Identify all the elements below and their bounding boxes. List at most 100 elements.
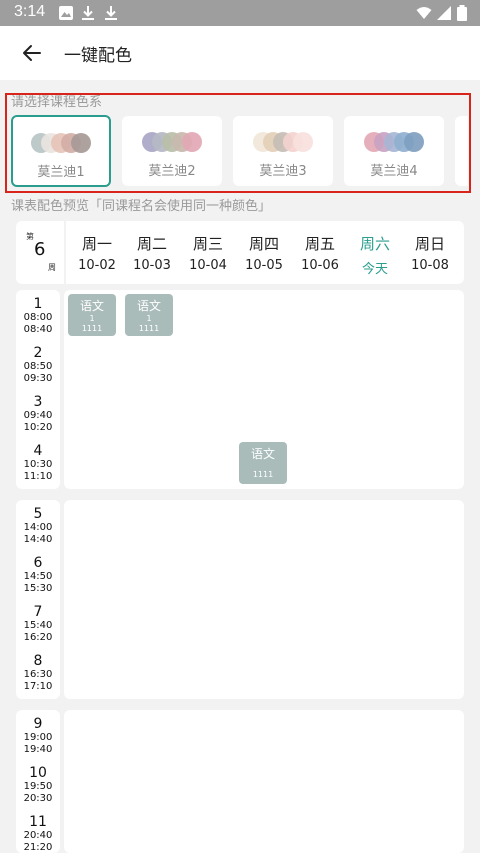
period-number: 10: [29, 765, 47, 781]
period-start-time: 14:00: [23, 522, 53, 533]
period-slot: 6 14:50 15:30: [16, 555, 60, 595]
period-end-time: 10:20: [23, 422, 53, 433]
day-name: 周六: [359, 235, 390, 253]
course-name: 语文: [79, 299, 104, 313]
battery-icon: [457, 5, 467, 21]
period-number: 1: [33, 296, 43, 312]
period-slot: 8 16:30 17:10: [16, 653, 60, 693]
course-weeks: 1111: [81, 324, 103, 333]
period-start-time: 08:00: [23, 312, 53, 323]
day-name: 周四: [248, 235, 279, 253]
day-name: 周五: [304, 235, 335, 253]
course-block[interactable]: 语文 1111: [239, 442, 287, 484]
day-header-mon: 周一 10-02: [71, 233, 123, 273]
time-column-morning: 1 08:00 08:40 2 08:50 09:30 3 09:40 10:2…: [16, 290, 60, 489]
period-end-time: 21:20: [23, 842, 53, 853]
app-bar: 一键配色: [0, 26, 480, 80]
period-end-time: 16:20: [23, 632, 53, 643]
period-number: 5: [33, 506, 43, 522]
day-name: 周日: [414, 235, 445, 253]
status-bar: 3:14: [0, 0, 480, 26]
period-number: 2: [33, 345, 43, 361]
period-slot: 11 20:40 21:20: [16, 814, 60, 853]
day-date: 今天: [361, 262, 388, 277]
palette-selector-highlight: [5, 93, 471, 193]
day-header-sun: 周日 10-08: [404, 233, 456, 273]
period-slot: 10 19:50 20:30: [16, 765, 60, 805]
preview-section-label: 课表配色预览「同课程名会使用同一种颜色」: [11, 199, 272, 214]
period-number: 11: [29, 814, 47, 830]
period-start-time: 14:50: [23, 571, 53, 582]
period-start-time: 09:40: [23, 410, 53, 421]
day-date: 10-03: [133, 258, 171, 273]
period-slot: 2 08:50 09:30: [16, 345, 60, 385]
week-number-box[interactable]: 第 6 周: [20, 221, 60, 284]
period-end-time: 17:10: [23, 681, 53, 692]
period-slot: 4 10:30 11:10: [16, 443, 60, 483]
course-name: 语文: [136, 299, 161, 313]
course-detail: 1: [89, 314, 95, 323]
period-end-time: 09:30: [23, 373, 53, 384]
back-arrow-icon[interactable]: [20, 41, 44, 65]
period-slot: 9 19:00 19:40: [16, 716, 60, 756]
status-time: 3:14: [14, 3, 46, 20]
period-slot: 7 15:40 16:20: [16, 604, 60, 644]
period-end-time: 15:30: [23, 583, 53, 594]
period-start-time: 16:30: [23, 669, 53, 680]
day-header-thu: 周四 10-05: [238, 233, 290, 273]
course-name: 语文: [250, 447, 275, 461]
day-header-fri: 周五 10-06: [294, 233, 346, 273]
day-date: 10-05: [245, 258, 283, 273]
period-start-time: 19:00: [23, 732, 53, 743]
schedule-grid-afternoon: [64, 500, 464, 699]
course-weeks: 1111: [252, 470, 274, 479]
download-icon: [82, 6, 94, 20]
day-date: 10-02: [78, 258, 116, 273]
period-end-time: 19:40: [23, 744, 53, 755]
period-start-time: 19:50: [23, 781, 53, 792]
wifi-icon: [416, 7, 432, 19]
cellular-signal-icon: [437, 6, 451, 20]
period-end-time: 20:30: [23, 793, 53, 804]
day-name: 周三: [192, 235, 223, 253]
period-number: 6: [33, 555, 43, 571]
course-block[interactable]: 语文 1 1111: [125, 294, 173, 336]
day-date: 10-08: [411, 258, 449, 273]
day-header-tue: 周二 10-03: [126, 233, 178, 273]
period-end-time: 11:10: [23, 471, 53, 482]
period-slot: 3 09:40 10:20: [16, 394, 60, 434]
period-start-time: 10:30: [23, 459, 53, 470]
course-detail: 1: [146, 314, 152, 323]
period-slot: 5 14:00 14:40: [16, 506, 60, 546]
schedule-grid-morning: 语文 1 1111 语文 1 1111 语文 1111: [64, 290, 464, 489]
period-end-time: 14:40: [23, 534, 53, 545]
time-column-evening: 9 19:00 19:40 10 19:50 20:30 11 20:40 21…: [16, 710, 60, 853]
day-date: 10-04: [189, 258, 227, 273]
period-number: 9: [33, 716, 43, 732]
day-header-sat-today: 周六 今天: [349, 233, 401, 277]
time-column-afternoon: 5 14:00 14:40 6 14:50 15:30 7 15:40 16:2…: [16, 500, 60, 699]
period-number: 7: [33, 604, 43, 620]
period-start-time: 15:40: [23, 620, 53, 631]
period-start-time: 08:50: [23, 361, 53, 372]
period-end-time: 08:40: [23, 324, 53, 335]
day-header-wed: 周三 10-04: [182, 233, 234, 273]
period-number: 8: [33, 653, 43, 669]
week-number: 6: [34, 239, 46, 260]
period-slot: 1 08:00 08:40: [16, 296, 60, 336]
day-name: 周二: [136, 235, 167, 253]
image-notification-icon: [59, 6, 73, 20]
course-block[interactable]: 语文 1 1111: [68, 294, 116, 336]
day-name: 周一: [81, 235, 112, 253]
download-icon: [105, 6, 117, 20]
week-suffix: 周: [48, 263, 56, 272]
day-date: 10-06: [301, 258, 339, 273]
page-title: 一键配色: [64, 46, 132, 66]
period-start-time: 20:40: [23, 830, 53, 841]
divider: [64, 221, 66, 284]
week-prefix: 第: [26, 232, 34, 241]
period-number: 3: [33, 394, 43, 410]
week-header: 第 6 周 周一 10-02 周二 10-03 周三 10-04 周四 10-0…: [16, 221, 464, 284]
course-weeks: 1111: [138, 324, 160, 333]
schedule-grid-evening: [64, 710, 464, 853]
